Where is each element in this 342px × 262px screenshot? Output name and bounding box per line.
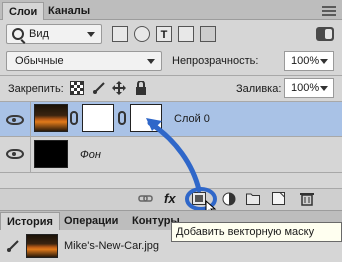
snapshot-thumbnail [26,234,58,258]
tab-history[interactable]: История [0,212,60,230]
history-brush-icon[interactable] [6,239,20,253]
snapshot-name: Mike's-New-Car.jpg [64,240,160,252]
tab-actions[interactable]: Операции [58,212,124,230]
tooltip: Добавить векторную маску [171,222,342,242]
